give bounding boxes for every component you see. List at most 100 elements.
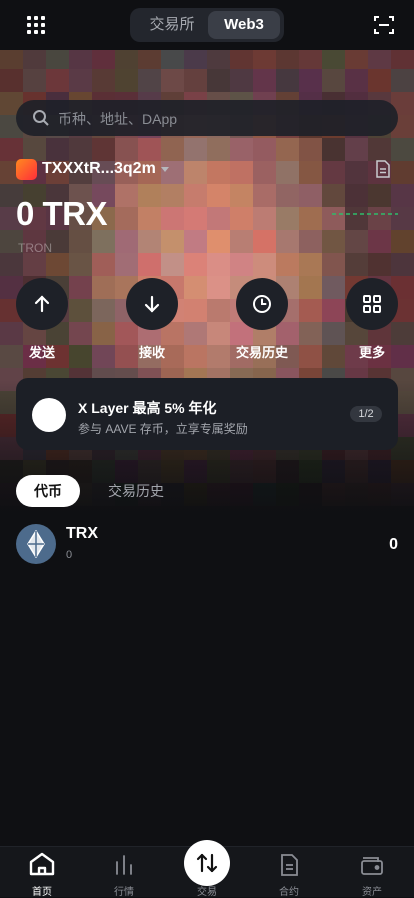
arrow-up-icon xyxy=(34,295,50,313)
swap-arrows-icon xyxy=(196,853,218,873)
wallet-icon xyxy=(361,857,383,875)
tab-web3[interactable]: Web3 xyxy=(208,11,280,39)
tabbar-contract[interactable]: 合约 xyxy=(259,847,319,898)
mosaic-tile xyxy=(184,161,207,184)
document-icon[interactable] xyxy=(375,160,391,178)
mosaic-tile xyxy=(207,299,230,322)
scan-icon[interactable] xyxy=(374,15,394,35)
mosaic-tile xyxy=(345,138,368,161)
apps-grid-icon[interactable] xyxy=(27,16,45,34)
mosaic-tile xyxy=(253,184,276,207)
mosaic-tile xyxy=(299,345,322,368)
mosaic-tile xyxy=(368,184,391,207)
promo-page-indicator: 1/2 xyxy=(350,406,382,422)
mosaic-tile xyxy=(253,69,276,92)
mosaic-tile xyxy=(322,184,345,207)
mosaic-tile xyxy=(253,253,276,276)
mosaic-tile xyxy=(253,207,276,230)
mosaic-tile xyxy=(230,69,253,92)
mosaic-tile xyxy=(253,138,276,161)
account-selector[interactable]: TXXXtR...3q2m xyxy=(16,157,169,181)
mosaic-tile xyxy=(92,322,115,345)
mosaic-tile xyxy=(322,253,345,276)
home-icon xyxy=(29,852,55,876)
mosaic-tile xyxy=(92,230,115,253)
mosaic-tile xyxy=(230,184,253,207)
mosaic-tile xyxy=(0,253,23,276)
mosaic-tile xyxy=(69,276,92,299)
tab-tokens[interactable]: 代币 xyxy=(16,475,80,507)
token-row[interactable]: TRX 0 0 xyxy=(16,524,398,564)
mosaic-tile xyxy=(115,69,138,92)
mosaic-tile xyxy=(368,69,391,92)
more-action[interactable]: 更多 xyxy=(342,278,402,361)
tab-exchange[interactable]: 交易所 xyxy=(136,11,208,39)
mosaic-tile xyxy=(161,207,184,230)
mosaic-tile xyxy=(207,230,230,253)
mosaic-tile xyxy=(299,207,322,230)
search-icon xyxy=(33,110,49,126)
mosaic-tile xyxy=(184,69,207,92)
account-name: TXXXtR...3q2m xyxy=(42,160,156,177)
send-action[interactable]: 发送 xyxy=(12,278,72,361)
mosaic-tile xyxy=(46,253,69,276)
mosaic-tile xyxy=(23,253,46,276)
more-label: 更多 xyxy=(358,345,385,360)
mosaic-tile xyxy=(184,138,207,161)
document-icon xyxy=(281,854,298,876)
promo-logo xyxy=(32,398,66,432)
mosaic-tile xyxy=(276,69,299,92)
mosaic-tile xyxy=(368,230,391,253)
mosaic-tile xyxy=(322,230,345,253)
mosaic-tile xyxy=(253,230,276,253)
history-label: 交易历史 xyxy=(235,345,288,360)
top-bar: 交易所 Web3 xyxy=(0,0,414,50)
trade-button[interactable] xyxy=(184,840,230,886)
mosaic-tile xyxy=(138,69,161,92)
mosaic-tile xyxy=(69,230,92,253)
trx-token-icon xyxy=(16,524,56,564)
search-input[interactable] xyxy=(56,100,380,138)
clock-icon xyxy=(253,295,271,313)
mosaic-tile xyxy=(230,161,253,184)
mosaic-tile xyxy=(299,253,322,276)
mosaic-tile xyxy=(161,184,184,207)
mosaic-tile xyxy=(92,253,115,276)
mosaic-tile xyxy=(391,184,414,207)
mosaic-tile xyxy=(92,345,115,368)
mosaic-tile xyxy=(92,69,115,92)
chain-label: TRON xyxy=(18,241,52,255)
mosaic-tile xyxy=(299,230,322,253)
mosaic-tile xyxy=(299,69,322,92)
mosaic-tile xyxy=(299,161,322,184)
balance-sparkline xyxy=(332,213,398,215)
mosaic-tile xyxy=(391,253,414,276)
mosaic-tile xyxy=(276,161,299,184)
mosaic-tile xyxy=(391,230,414,253)
mosaic-tile xyxy=(322,138,345,161)
mosaic-tile xyxy=(115,230,138,253)
total-balance: 0 TRX xyxy=(16,195,108,232)
tab-transaction-history[interactable]: 交易历史 xyxy=(108,475,164,507)
mosaic-tile xyxy=(69,299,92,322)
mosaic-tile xyxy=(230,230,253,253)
mosaic-tile xyxy=(299,138,322,161)
mosaic-tile xyxy=(69,345,92,368)
send-label: 发送 xyxy=(28,345,55,360)
tabbar-assets[interactable]: 资产 xyxy=(342,847,402,898)
mosaic-tile xyxy=(368,138,391,161)
mosaic-tile xyxy=(184,276,207,299)
tabbar-market[interactable]: 行情 xyxy=(94,847,154,898)
mosaic-tile xyxy=(276,253,299,276)
mode-switcher: 交易所 Web3 xyxy=(130,8,284,42)
tabbar-home[interactable]: 首页 xyxy=(12,847,72,898)
receive-action[interactable]: 接收 xyxy=(122,278,182,361)
mosaic-tile xyxy=(92,276,115,299)
token-symbol: TRX xyxy=(66,525,98,542)
mosaic-tile xyxy=(391,69,414,92)
promo-banner[interactable]: X Layer 最高 5% 年化 参与 AAVE 存币，立享专属奖励 1/2 xyxy=(16,378,398,450)
mosaic-tile xyxy=(115,253,138,276)
mosaic-tile xyxy=(69,253,92,276)
history-action[interactable]: 交易历史 xyxy=(232,278,292,361)
mosaic-tile xyxy=(276,230,299,253)
